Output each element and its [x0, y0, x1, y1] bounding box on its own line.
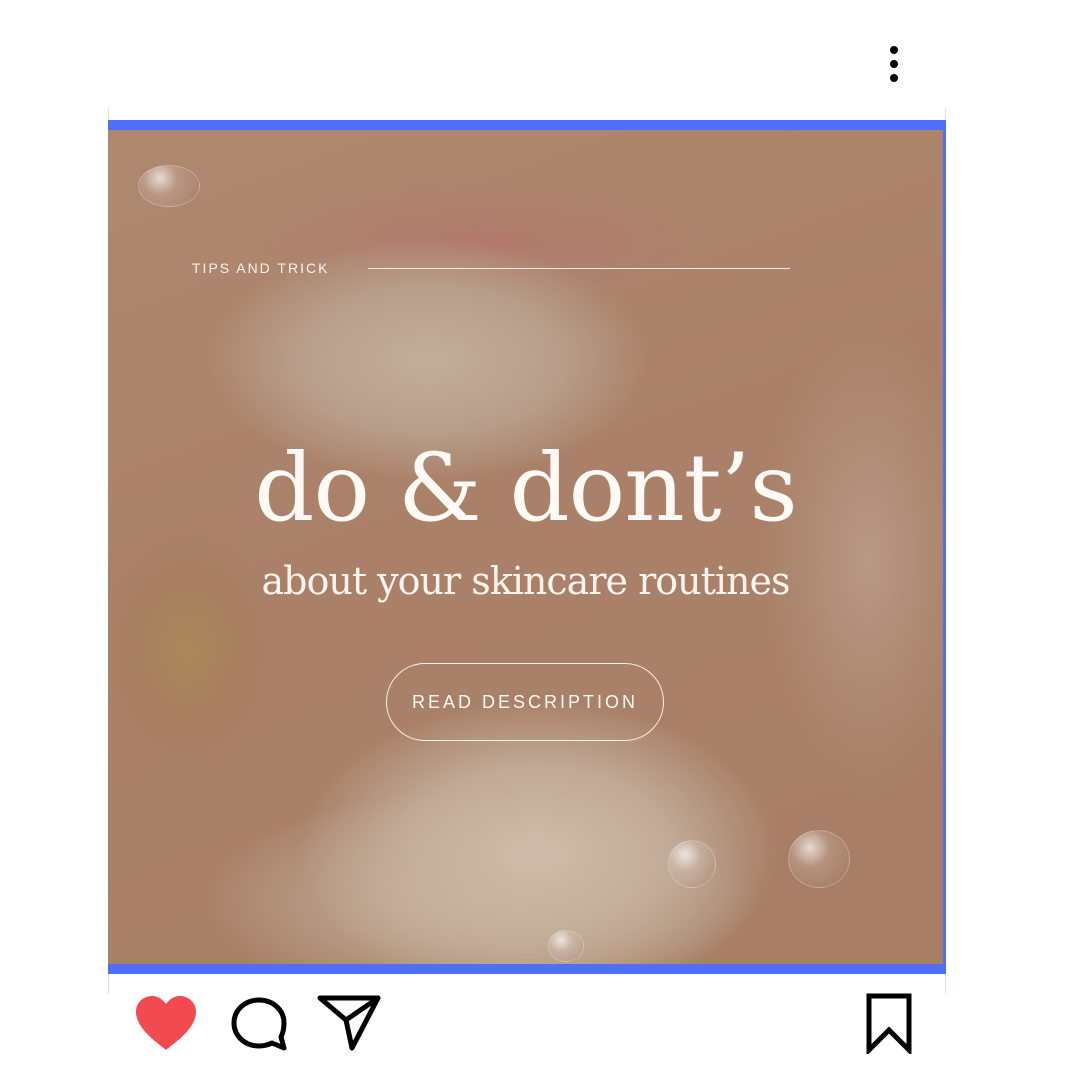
post-image[interactable]: TIPS AND TRICK do & dont’s about your sk… — [108, 120, 946, 974]
more-options-dot — [890, 46, 898, 54]
more-options-dot — [890, 74, 898, 82]
bubble — [668, 840, 716, 888]
post-title: do & dont’s — [254, 434, 797, 543]
heart-icon[interactable] — [132, 994, 200, 1054]
comment-icon[interactable] — [228, 994, 292, 1054]
kicker-divider — [368, 268, 790, 269]
share-icon[interactable] — [316, 992, 382, 1052]
more-options-dot — [890, 60, 898, 68]
more-options-icon[interactable] — [876, 40, 912, 88]
bubble — [788, 830, 850, 888]
bubble — [138, 165, 200, 207]
bubble — [548, 930, 584, 962]
post-subtitle: about your skincare routines — [261, 559, 791, 603]
post-kicker: TIPS AND TRICK — [192, 260, 330, 276]
bookmark-icon[interactable] — [864, 992, 914, 1057]
read-description-button[interactable]: READ DESCRIPTION — [386, 663, 664, 741]
